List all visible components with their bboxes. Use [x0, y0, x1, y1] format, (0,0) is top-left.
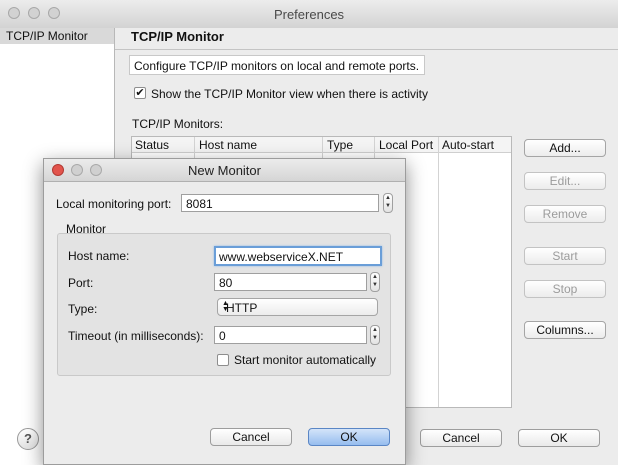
port-input[interactable]: 80 — [214, 273, 367, 291]
columns-button[interactable]: Columns... — [524, 321, 606, 339]
add-button[interactable]: Add... — [524, 139, 606, 157]
show-view-checkbox[interactable]: ✔ — [134, 87, 146, 99]
local-port-stepper[interactable]: ▲ ▼ — [383, 193, 393, 213]
column-divider — [438, 137, 439, 407]
up-down-arrows-icon: ▲ ▼ — [372, 274, 378, 288]
remove-button[interactable]: Remove — [524, 205, 606, 223]
timeout-value: 0 — [219, 329, 226, 343]
edit-button[interactable]: Edit... — [524, 172, 606, 190]
local-port-input[interactable]: 8081 — [181, 194, 379, 212]
port-label: Port: — [68, 276, 94, 290]
local-port-value: 8081 — [186, 197, 213, 211]
timeout-label: Timeout (in milliseconds): — [68, 329, 204, 343]
dialog-title: New Monitor — [188, 163, 261, 178]
up-down-arrows-icon: ▲ ▼ — [372, 327, 378, 341]
window-title: Preferences — [273, 7, 345, 22]
timeout-input[interactable]: 0 — [214, 326, 367, 344]
up-down-arrows-icon: ▲ ▼ — [385, 195, 391, 209]
port-value: 80 — [219, 276, 233, 290]
dialog-cancel-button[interactable]: Cancel — [210, 428, 292, 446]
dialog-titlebar: New Monitor — [44, 159, 405, 182]
sidebar-item-label: TCP/IP Monitor — [6, 29, 88, 43]
preferences-titlebar: Preferences — [0, 0, 618, 29]
checkmark-icon: ✔ — [135, 87, 145, 99]
stop-button[interactable]: Stop — [524, 280, 606, 298]
column-header-status[interactable]: Status — [135, 138, 169, 152]
show-view-label: Show the TCP/IP Monitor view when there … — [151, 87, 429, 101]
auto-start-label: Start monitor automatically — [234, 353, 377, 367]
type-label: Type: — [68, 302, 98, 316]
help-button[interactable]: ? — [17, 428, 39, 450]
description-box: Configure TCP/IP monitors on local and r… — [129, 55, 425, 75]
column-header-local-port[interactable]: Local Port — [379, 138, 433, 152]
question-mark-icon: ? — [24, 431, 32, 446]
column-header-type[interactable]: Type — [327, 138, 353, 152]
column-header-auto-start[interactable]: Auto-start — [442, 138, 494, 152]
dialog-ok-button[interactable]: OK — [308, 428, 390, 446]
select-arrows-icon: ▲ ▼ — [222, 300, 229, 313]
port-stepper[interactable]: ▲ ▼ — [370, 272, 380, 292]
monitors-label: TCP/IP Monitors: — [132, 117, 224, 131]
host-name-value: www.webserviceX.NET — [219, 250, 344, 264]
type-select[interactable]: HTTP ▲ ▼ — [217, 298, 378, 316]
host-name-label: Host name: — [68, 249, 130, 263]
local-port-label: Local monitoring port: — [56, 197, 172, 211]
page-title: TCP/IP Monitor — [131, 29, 224, 44]
host-name-input[interactable]: www.webserviceX.NET — [214, 246, 382, 266]
preferences-cancel-button[interactable]: Cancel — [420, 429, 502, 447]
auto-start-checkbox[interactable] — [217, 354, 229, 366]
sidebar-item-tcpip-monitor[interactable]: TCP/IP Monitor — [0, 28, 114, 44]
timeout-stepper[interactable]: ▲ ▼ — [370, 325, 380, 345]
description-text: Configure TCP/IP monitors on local and r… — [134, 59, 420, 73]
start-button[interactable]: Start — [524, 247, 606, 265]
preferences-ok-button[interactable]: OK — [518, 429, 600, 447]
header-divider — [115, 49, 618, 50]
column-header-host-name[interactable]: Host name — [199, 138, 257, 152]
